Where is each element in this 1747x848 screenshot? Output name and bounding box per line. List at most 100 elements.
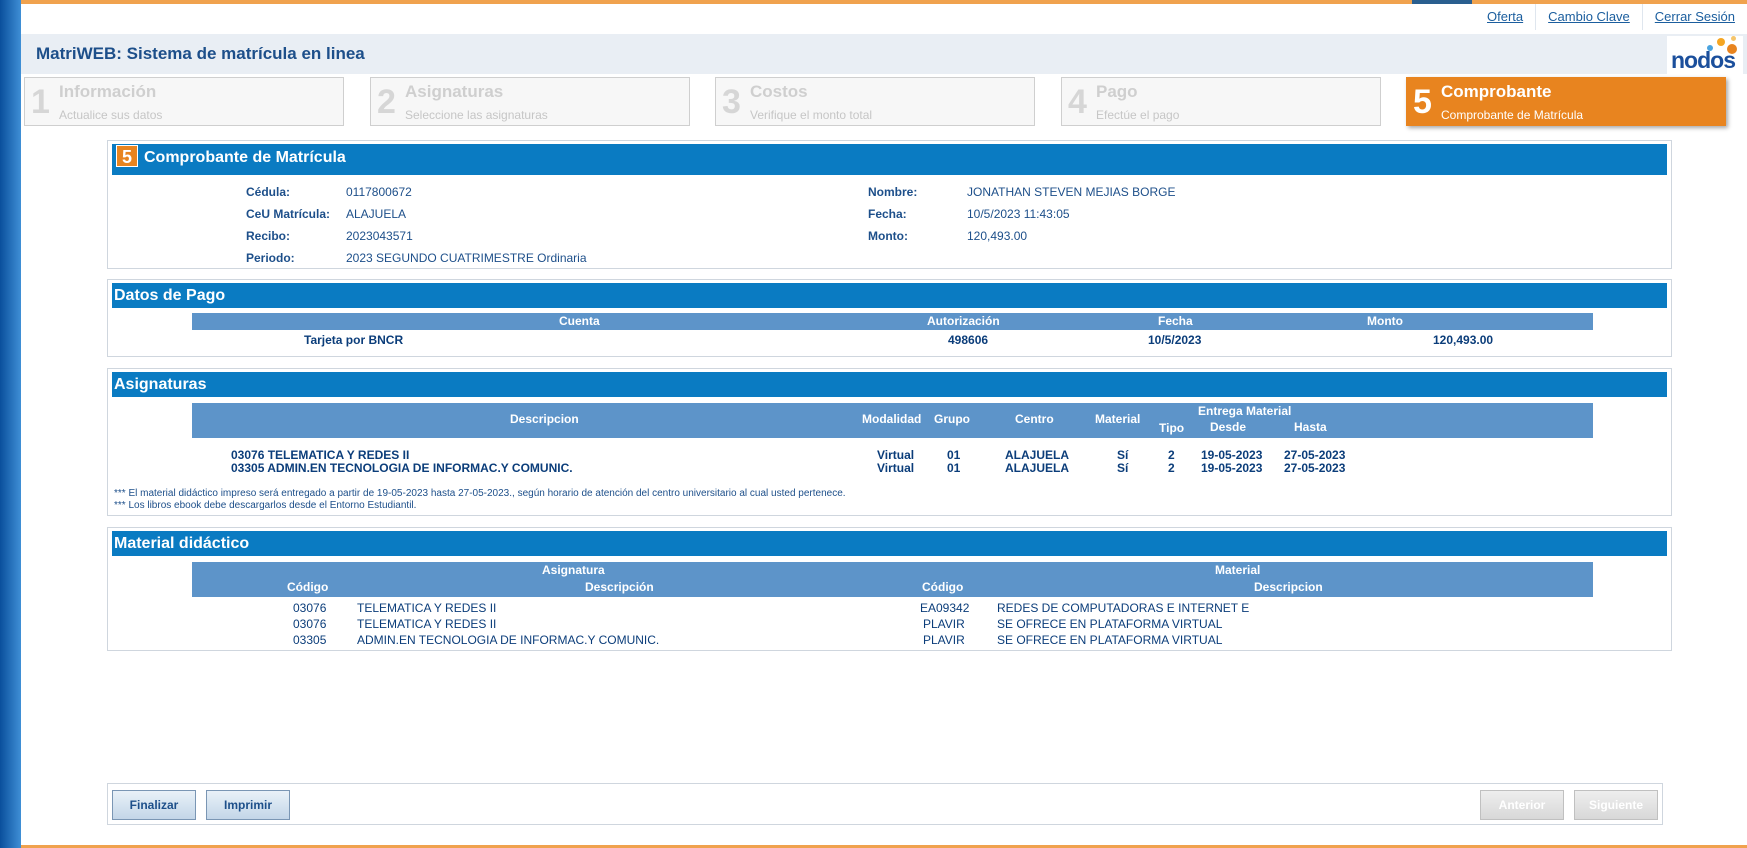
col-monto: Monto bbox=[1367, 314, 1403, 328]
anterior-button[interactable]: Anterior bbox=[1480, 790, 1564, 820]
col-entrega-material: Entrega Material bbox=[1198, 404, 1292, 418]
row-desde: 19-05-2023 bbox=[1201, 448, 1263, 462]
top-strip-marker bbox=[1412, 0, 1472, 4]
imprimir-button[interactable]: Imprimir bbox=[206, 790, 290, 820]
step-comprobante[interactable]: 5 Comprobante Comprobante de Matrícula bbox=[1406, 77, 1726, 126]
row-desde: 19-05-2023 bbox=[1201, 461, 1263, 475]
mat-asignatura: ADMIN.EN TECNOLOGIA DE INFORMAC.Y COMUNI… bbox=[357, 633, 660, 647]
col-codigo-asignatura: Código bbox=[287, 580, 329, 594]
siguiente-button[interactable]: Siguiente bbox=[1574, 790, 1658, 820]
fecha-value: 10/5/2023 11:43:05 bbox=[967, 207, 1070, 221]
pago-monto: 120,493.00 bbox=[1433, 333, 1494, 347]
asignaturas-title-bar: Asignaturas bbox=[112, 372, 1667, 397]
step-subtitle: Verifique el monto total bbox=[750, 108, 873, 122]
row-modalidad: Virtual bbox=[877, 448, 915, 462]
mat-descripcion: SE OFRECE EN PLATAFORMA VIRTUAL bbox=[997, 633, 1223, 647]
row-tipo: 2 bbox=[1168, 461, 1175, 475]
step-label: Pago bbox=[1096, 82, 1138, 101]
row-hasta: 27-05-2023 bbox=[1284, 461, 1346, 475]
left-gradient-bar bbox=[0, 0, 21, 848]
step-label: Costos bbox=[750, 82, 808, 101]
mat-codigo-material: PLAVIR bbox=[923, 617, 965, 631]
step-label: Información bbox=[59, 82, 157, 101]
mat-codigo-material: PLAVIR bbox=[923, 633, 965, 647]
step-number: 1 bbox=[31, 83, 50, 121]
col-grupo: Grupo bbox=[934, 412, 970, 426]
material-title-bar: Material didáctico bbox=[112, 531, 1667, 556]
comprobante-title: Comprobante de Matrícula bbox=[144, 149, 346, 166]
pago-table-header: Cuenta Autorización Fecha Monto bbox=[192, 313, 1593, 330]
material-table-header: Asignatura Material Código Descripción C… bbox=[192, 562, 1593, 597]
row-tipo: 2 bbox=[1168, 448, 1175, 462]
logo-dot-icon bbox=[1731, 36, 1736, 41]
cedula-label: Cédula: bbox=[246, 185, 291, 199]
step-label: Asignaturas bbox=[405, 82, 504, 101]
nombre-value: JONATHAN STEVEN MEJIAS BORGE bbox=[967, 185, 1176, 199]
mat-codigo: 03305 bbox=[293, 633, 327, 647]
nombre-label: Nombre: bbox=[868, 185, 918, 199]
app-header: MatriWEB: Sistema de matrícula en linea bbox=[21, 34, 1747, 74]
pago-autorizacion: 498606 bbox=[948, 333, 989, 347]
cambio-clave-link[interactable]: Cambio Clave bbox=[1535, 4, 1642, 30]
material-note: *** El material didáctico impreso será e… bbox=[114, 488, 846, 499]
periodo-value: 2023 SEGUNDO CUATRIMESTRE Ordinaria bbox=[346, 251, 587, 265]
pago-fecha: 10/5/2023 bbox=[1148, 333, 1202, 347]
mat-codigo: 03076 bbox=[293, 617, 327, 631]
col-descripcion-material: Descripcion bbox=[1254, 580, 1323, 594]
col-modalidad: Modalidad bbox=[862, 412, 922, 426]
material-didactico-section: Material didáctico Asignatura Material C… bbox=[107, 527, 1672, 651]
cerrar-sesion-link[interactable]: Cerrar Sesión bbox=[1641, 4, 1747, 30]
asignaturas-section: Asignaturas Descripcion Modalidad Grupo … bbox=[107, 368, 1672, 516]
ceu-value: ALAJUELA bbox=[346, 207, 407, 221]
top-nav-links: Oferta Cambio Clave Cerrar Sesión bbox=[1475, 4, 1747, 30]
row-descripcion: 03076 TELEMATICA Y REDES II bbox=[231, 448, 410, 462]
col-cuenta: Cuenta bbox=[559, 314, 600, 328]
step-subtitle: Efectúe el pago bbox=[1096, 108, 1180, 122]
col-tipo: Tipo bbox=[1159, 421, 1185, 435]
wizard-steps: 1 Información Actualice sus datos 2 Asig… bbox=[24, 77, 1744, 127]
step-subtitle: Actualice sus datos bbox=[59, 108, 163, 122]
row-centro: ALAJUELA bbox=[1005, 461, 1070, 475]
recibo-label: Recibo: bbox=[246, 229, 291, 243]
step-number: 2 bbox=[377, 83, 396, 121]
step-number: 3 bbox=[722, 83, 741, 121]
ceu-label: CeU Matrícula: bbox=[246, 207, 331, 221]
step-informacion[interactable]: 1 Información Actualice sus datos bbox=[24, 77, 344, 126]
nodos-logo: nodos bbox=[1667, 36, 1743, 74]
logo-text: nodos bbox=[1671, 47, 1736, 73]
mat-codigo: 03076 bbox=[293, 601, 327, 615]
step-asignaturas[interactable]: 2 Asignaturas Seleccione las asignaturas bbox=[370, 77, 690, 126]
step-number: 5 bbox=[1413, 83, 1432, 121]
col-material: Material bbox=[1095, 412, 1141, 426]
step-subtitle: Comprobante de Matrícula bbox=[1441, 108, 1584, 122]
row-hasta: 27-05-2023 bbox=[1284, 448, 1346, 462]
mat-descripcion: SE OFRECE EN PLATAFORMA VIRTUAL bbox=[997, 617, 1223, 631]
comprobante-section: 5 Comprobante de Matrícula Cédula: 011780… bbox=[107, 140, 1672, 269]
finalizar-button[interactable]: Finalizar bbox=[112, 790, 196, 820]
oferta-link[interactable]: Oferta bbox=[1475, 4, 1535, 30]
logo-dot-icon bbox=[1717, 38, 1725, 46]
mat-asignatura: TELEMATICA Y REDES II bbox=[357, 617, 497, 631]
col-autorizacion: Autorización bbox=[927, 314, 1000, 328]
row-centro: ALAJUELA bbox=[1005, 448, 1070, 462]
app-title: MatriWEB: Sistema de matrícula en linea bbox=[36, 44, 365, 63]
cedula-value: 0117800672 bbox=[346, 185, 412, 199]
row-grupo: 01 bbox=[947, 461, 961, 475]
fecha-label: Fecha: bbox=[868, 207, 907, 221]
col-fecha: Fecha bbox=[1158, 314, 1193, 328]
row-material: Sí bbox=[1117, 448, 1129, 462]
col-asignatura-group: Asignatura bbox=[542, 563, 605, 577]
col-codigo-material: Código bbox=[922, 580, 964, 594]
step-subtitle: Seleccione las asignaturas bbox=[405, 108, 548, 122]
col-centro: Centro bbox=[1015, 412, 1054, 426]
step-pago[interactable]: 4 Pago Efectúe el pago bbox=[1061, 77, 1381, 126]
row-grupo: 01 bbox=[947, 448, 961, 462]
row-material: Sí bbox=[1117, 461, 1129, 475]
col-material-group: Material bbox=[1215, 563, 1261, 577]
step-costos[interactable]: 3 Costos Verifique el monto total bbox=[715, 77, 1035, 126]
step-number: 4 bbox=[1068, 83, 1087, 121]
row-modalidad: Virtual bbox=[877, 461, 915, 475]
asignaturas-table-header: Descripcion Modalidad Grupo Centro Mater… bbox=[192, 403, 1593, 438]
pago-cuenta: Tarjeta por BNCR bbox=[304, 333, 404, 347]
comprobante-title-bar: 5 Comprobante de Matrícula bbox=[112, 144, 1667, 175]
